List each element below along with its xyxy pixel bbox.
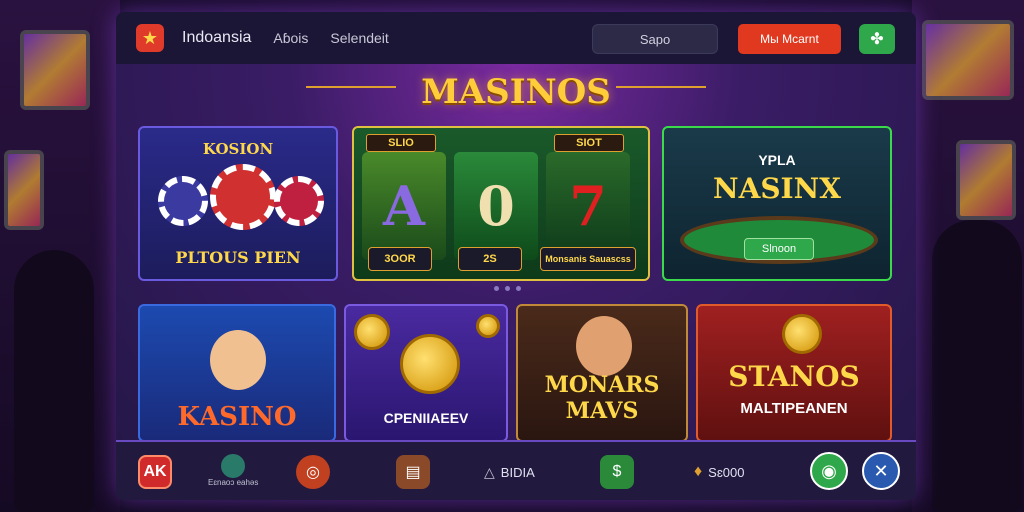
reel-bottom-label: 3OOR	[368, 247, 432, 271]
nav-link-1[interactable]: Aɓois	[273, 30, 308, 46]
dock-item-bidia[interactable]: △ BIDIA	[484, 454, 535, 490]
dock-item-ak[interactable]: AK	[138, 454, 172, 490]
brand-name: Indoansia	[182, 29, 252, 46]
card-bottom-label: PLTOUS PIEN	[175, 248, 301, 267]
pagination-dot[interactable]	[505, 286, 510, 291]
background-person	[932, 220, 1022, 512]
close-icon[interactable]: ✕	[862, 452, 900, 490]
carousel-pagination[interactable]	[494, 286, 521, 291]
card-title: STANOS	[728, 360, 860, 393]
dock-item-label: BIDIA	[500, 464, 535, 480]
ticket-icon: ▤	[396, 455, 430, 489]
card-top-label: YPLA	[758, 152, 796, 168]
background-person	[14, 250, 94, 512]
chip-icon	[158, 176, 208, 226]
card-title: MONARS MAVS	[544, 372, 660, 425]
dock-item-ticket[interactable]: ▤	[396, 454, 430, 490]
card-title: NASINX	[713, 172, 841, 205]
game-card-kasino[interactable]: KASINO	[138, 304, 336, 442]
card-title: KASINO	[177, 402, 297, 432]
reel-tag: SIOT	[554, 134, 624, 152]
dock-item-cash[interactable]: $	[600, 454, 634, 490]
reel-symbol: 0	[454, 152, 538, 260]
cash-icon: $	[600, 455, 634, 489]
bottom-dock: AK Eɛnaoɔ eahəs ◎ ▤ △ BIDIA $ ♦ Sɛ000 ◉ …	[116, 440, 916, 500]
arcade-screen	[20, 30, 90, 110]
cta-button[interactable]: Мы Mcarnt	[738, 24, 841, 54]
dock-item-label: Eɛnaoɔ eahəs	[208, 478, 259, 487]
controller-icon[interactable]: ◉	[810, 452, 848, 490]
pagination-dot[interactable]	[516, 286, 521, 291]
chip-icon	[210, 164, 276, 230]
arcade-screen	[4, 150, 44, 230]
casino-app-window: ★ Indoansia Aɓois Selendeit Sapo Мы Mcar…	[116, 12, 916, 500]
reel-tag: SLIO	[366, 134, 436, 152]
warning-icon: △	[484, 463, 495, 480]
section-title: MASINOS	[421, 72, 611, 112]
card-title: CPENIIAEEV	[383, 410, 469, 426]
dock-item-chip[interactable]: ◎	[296, 454, 330, 490]
background-left-panel	[0, 0, 120, 512]
game-lobby: MASINOS KOSION PLTOUS PIEN SLIO A 3OOR 0…	[116, 64, 916, 484]
chip-stack-icon	[221, 454, 246, 478]
chip-icon	[274, 176, 324, 226]
coin-icon	[782, 314, 822, 354]
card-subtitle: MALTIPEANEN	[740, 400, 848, 417]
character-face-icon	[210, 330, 266, 390]
arcade-screen	[956, 140, 1016, 220]
arcade-screen	[922, 20, 1014, 100]
reel-bottom-label: Monsanis Sauascss	[540, 247, 636, 271]
character-face-icon	[576, 316, 632, 376]
dock-item-2[interactable]: Eɛnaoɔ eahəs	[208, 454, 258, 490]
game-card-table[interactable]: YPLA NASINX Slnoon	[662, 126, 892, 281]
coin-icon	[476, 314, 500, 338]
search-button[interactable]: Sapo	[592, 24, 718, 54]
nav-link-2[interactable]: Selendeit	[330, 30, 388, 46]
play-button[interactable]: Slnoon	[744, 238, 814, 260]
chip-icon: ◎	[296, 455, 330, 489]
game-card-slots[interactable]: SLIO A 3OOR 0 2S SIOT 7 Monsanis Sauascs…	[352, 126, 650, 281]
game-card-monars[interactable]: MONARS MAVS	[516, 304, 688, 442]
coin-icon	[400, 334, 460, 394]
clover-icon[interactable]: ✤	[859, 24, 895, 54]
gem-icon: ♦	[694, 463, 703, 480]
pagination-dot[interactable]	[494, 286, 499, 291]
reel-symbol: A	[362, 152, 446, 260]
dock-item-label: Sɛ000	[708, 464, 745, 480]
reel-symbol: 7	[546, 152, 630, 260]
coin-icon	[354, 314, 390, 350]
top-navigation-bar: ★ Indoansia Aɓois Selendeit Sapo Мы Mcar…	[116, 12, 916, 64]
card-top-label: KOSION	[202, 140, 274, 158]
background-right-panel	[912, 0, 1024, 512]
game-card-stanos[interactable]: STANOS MALTIPEANEN	[696, 304, 892, 442]
star-logo-icon[interactable]: ★	[136, 24, 164, 52]
ak-badge-icon: AK	[138, 455, 172, 489]
game-card-poker[interactable]: KOSION PLTOUS PIEN	[138, 126, 338, 281]
game-card-coins[interactable]: CPENIIAEEV	[344, 304, 508, 442]
dock-item-balance[interactable]: ♦ Sɛ000	[694, 454, 745, 490]
reel-bottom-label: 2S	[458, 247, 522, 271]
